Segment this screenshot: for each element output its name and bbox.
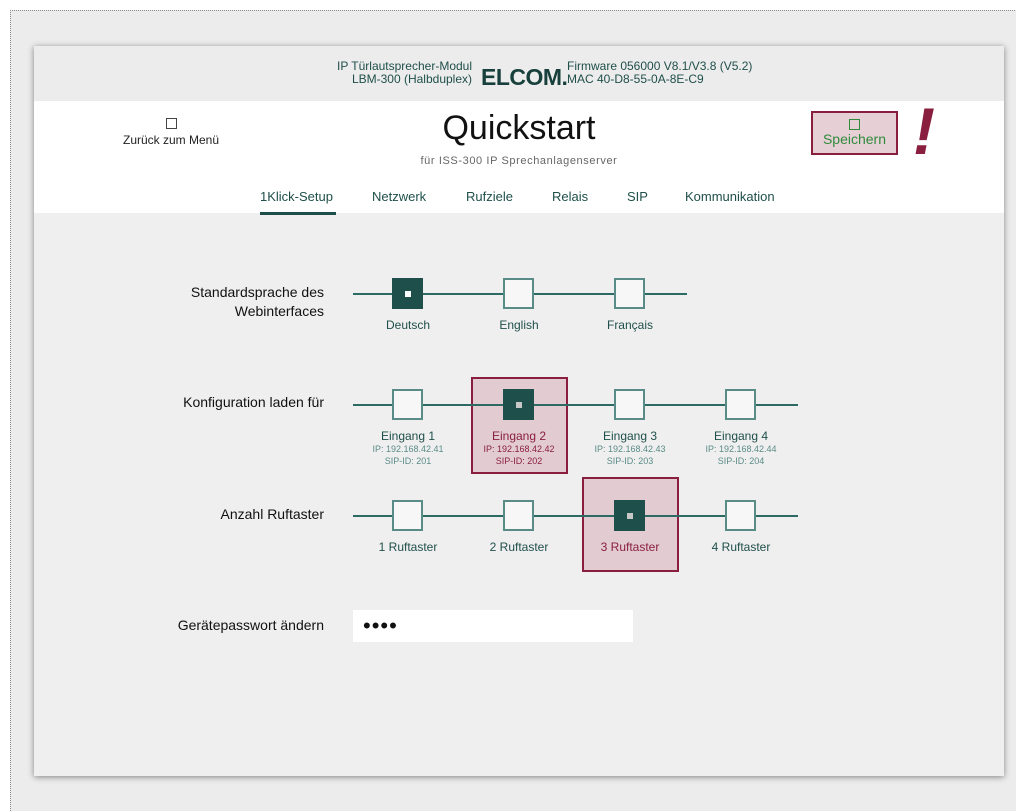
config-option-eingang-1[interactable] bbox=[392, 389, 423, 420]
device-info-band: IP Türlautsprecher-Modul LBM-300 (Halbdu… bbox=[34, 46, 1004, 101]
password-label: Gerätepasswort ändern bbox=[177, 617, 324, 633]
config-option-sip: SIP-ID: 201 bbox=[384, 456, 432, 466]
setup-content: Standardsprache des Webinterfaces Deutsc… bbox=[34, 213, 1004, 776]
language-option-label: Deutsch bbox=[385, 318, 431, 332]
buttons-option-label: 1 Ruftaster bbox=[378, 540, 438, 554]
language-option-label: English bbox=[499, 318, 539, 332]
tab-bar: 1Klick-Setup Netzwerk Rufziele Relais SI… bbox=[34, 189, 1004, 213]
language-label: Standardsprache des Webinterfaces bbox=[34, 283, 324, 321]
password-input[interactable]: •••• bbox=[353, 610, 633, 642]
buttons-option-4[interactable] bbox=[725, 500, 756, 531]
save-button[interactable]: Speichern bbox=[811, 111, 898, 155]
tab-netzwerk[interactable]: Netzwerk bbox=[372, 189, 426, 204]
config-option-ip: IP: 192.168.42.43 bbox=[594, 444, 666, 454]
config-option-ip: IP: 192.168.42.44 bbox=[705, 444, 777, 454]
quickstart-panel: IP Türlautsprecher-Modul LBM-300 (Halbdu… bbox=[34, 46, 1004, 776]
config-option-label: Eingang 3 bbox=[602, 429, 658, 443]
buttons-label: Anzahl Ruftaster bbox=[220, 506, 325, 522]
config-option-eingang-4[interactable] bbox=[725, 389, 756, 420]
config-option-label: Eingang 2 bbox=[491, 429, 547, 443]
elcom-logo: ELCOM. bbox=[481, 64, 568, 90]
tab-kommunikation[interactable]: Kommunikation bbox=[685, 189, 775, 204]
tab-1klick-setup[interactable]: 1Klick-Setup bbox=[260, 189, 333, 204]
buttons-option-label: 4 Ruftaster bbox=[711, 540, 771, 554]
device-info: IP Türlautsprecher-Modul LBM-300 (Halbdu… bbox=[34, 60, 1004, 91]
mac-address: MAC 40-D8-55-0A-8E-C9 bbox=[567, 72, 704, 86]
config-option-ip: IP: 192.168.42.42 bbox=[483, 444, 555, 454]
language-label-line2: Webinterfaces bbox=[234, 303, 324, 319]
header: Zurück zum Menü Quickstart für ISS-300 I… bbox=[34, 94, 1004, 215]
buttons-option-2[interactable] bbox=[503, 500, 534, 531]
config-option-ip: IP: 192.168.42.41 bbox=[372, 444, 444, 454]
config-option-sip: SIP-ID: 202 bbox=[495, 456, 543, 466]
config-option-label: Eingang 1 bbox=[380, 429, 436, 443]
language-option-label: Français bbox=[606, 318, 653, 332]
language-label-line1: Standardsprache des bbox=[190, 284, 324, 300]
tab-rufziele[interactable]: Rufziele bbox=[466, 189, 513, 204]
save-label: Speichern bbox=[822, 131, 887, 147]
page-subtitle: für ISS-300 IP Sprechanlagenserver bbox=[420, 155, 618, 167]
config-option-eingang-3[interactable] bbox=[614, 389, 645, 420]
language-option-deutsch[interactable] bbox=[392, 278, 423, 309]
buttons-option-3[interactable] bbox=[614, 500, 645, 531]
config-option-sip: SIP-ID: 204 bbox=[717, 456, 765, 466]
device-model-type: LBM-300 (Halbduplex) bbox=[351, 72, 472, 86]
language-option-francais[interactable] bbox=[614, 278, 645, 309]
language-option-english[interactable] bbox=[503, 278, 534, 309]
buttons-option-label: 2 Ruftaster bbox=[489, 540, 549, 554]
save-square-icon bbox=[849, 119, 860, 130]
tab-relais[interactable]: Relais bbox=[552, 189, 588, 204]
device-firmware: Firmware 056000 V8.1/V3.8 (V5.2) MAC 40-… bbox=[567, 60, 807, 86]
config-option-label: Eingang 4 bbox=[713, 429, 769, 443]
unsaved-alert-icon: ! bbox=[913, 94, 935, 168]
config-label: Konfiguration laden für bbox=[183, 394, 324, 410]
config-option-sip: SIP-ID: 203 bbox=[606, 456, 654, 466]
tab-sip[interactable]: SIP bbox=[627, 189, 648, 204]
device-model: IP Türlautsprecher-Modul LBM-300 (Halbdu… bbox=[298, 60, 472, 86]
config-option-eingang-2[interactable] bbox=[503, 389, 534, 420]
buttons-option-1[interactable] bbox=[392, 500, 423, 531]
buttons-option-label: 3 Ruftaster bbox=[600, 540, 660, 554]
